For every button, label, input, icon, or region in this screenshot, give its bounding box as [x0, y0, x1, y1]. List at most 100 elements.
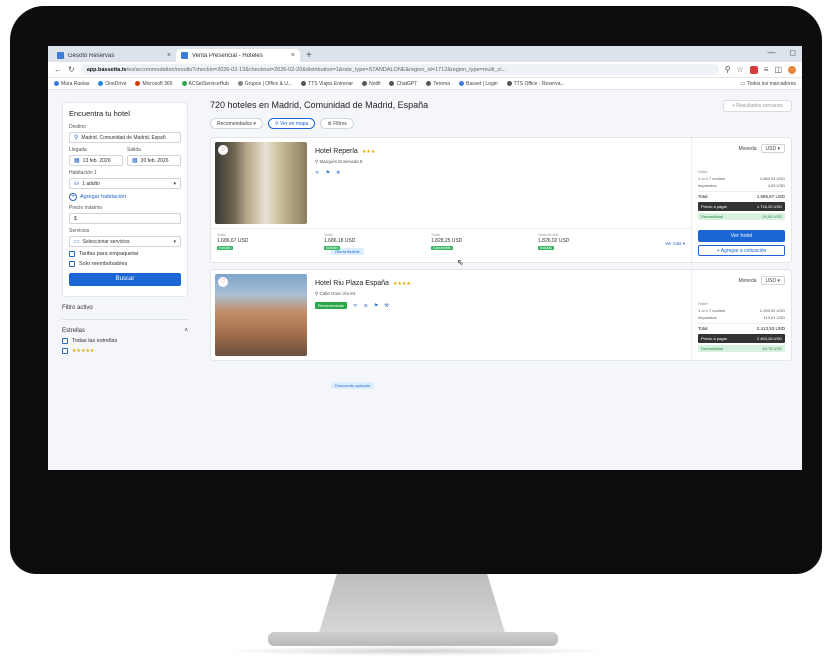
hotel-name[interactable]: Hotel Riu Plaza España [315, 280, 389, 287]
bookmark-item[interactable]: Mara Ruelas [54, 81, 89, 87]
minimize-button[interactable]: — [767, 48, 775, 57]
five-stars-label: ★★★★★ [72, 348, 95, 354]
hotel-card-body: ♡ Hotel Riu Plaza España ★★★★ ⚲ Calle Gra… [211, 270, 691, 389]
bookmark-star-icon[interactable]: ☆ [737, 65, 744, 74]
destination-field[interactable]: ⚲ Madrid, Comunidad de Madrid, Españ [69, 132, 181, 143]
bookmark-item[interactable]: Terema [426, 81, 450, 87]
nearby-results-button[interactable]: + Resultados cercanos [722, 100, 792, 112]
map-button[interactable]: ⚲ Ver en mapa [267, 118, 316, 129]
rate-option[interactable]: Tarifa 1.828,25 USD Cancelable [431, 233, 532, 251]
package-rates-checkbox[interactable]: Tarifas para empaquetar [69, 251, 181, 257]
earn-label: Rentabilidad [701, 346, 724, 351]
currency-select[interactable]: USD ▾ [760, 144, 785, 153]
hotel-address-text: Calle Gran Vía 84 [319, 291, 356, 296]
search-button[interactable]: Buscar [69, 273, 181, 286]
rate-option[interactable]: Tarifa 1.686,67 USD Incluido [217, 233, 318, 251]
bookmark-label: Basset | Login [466, 80, 498, 87]
bookmark-item[interactable]: Grupos | Office & U... [237, 81, 292, 87]
checkin-field[interactable]: ▦ 13 feb. 2026 [69, 155, 123, 166]
bookmark-item[interactable]: ChatGPT [389, 81, 417, 87]
all-stars-checkbox[interactable]: Todas las estrellas [62, 338, 188, 344]
monitor-stand-base [268, 632, 558, 646]
dates-row: Llegada ▦ 13 feb. 2026 Salida ▦ 20 feb. 20… [69, 143, 181, 166]
services-field[interactable]: ▭ Seleccionar servicios ▾ [69, 236, 181, 247]
new-tab-button[interactable]: + [300, 49, 318, 62]
earn-label: Rentabilidad [701, 214, 724, 219]
monitor-stand-neck [318, 574, 506, 636]
pay-value: 1.716,26 USD [756, 204, 782, 209]
bookmark-label: Terema [433, 80, 451, 87]
bookmark-item[interactable]: TTS Viajes Entrenar [301, 81, 353, 87]
price-line-value: 119,61 USD [763, 315, 786, 320]
bookmark-label: Mara Ruelas [61, 80, 90, 87]
bookmark-icon [301, 81, 307, 86]
filters-button[interactable]: ⚙ Filtros [320, 118, 354, 129]
side-panel-icon[interactable]: ◫ [774, 65, 782, 74]
checkin-value: 13 feb. 2026 [82, 157, 111, 164]
services-label: Servicios [69, 228, 90, 234]
bookmark-item[interactable]: ACSetServiceHub [181, 81, 229, 87]
see-hotel-button[interactable]: Ver hotel [698, 230, 785, 242]
price-line: Impuestos 119,61 USD [698, 315, 785, 320]
bookmark-icon [237, 81, 243, 86]
price-section-label: Hotel [698, 169, 708, 174]
hotel-photo[interactable]: ♡ [215, 142, 307, 224]
five-stars-checkbox[interactable]: ★★★★★ [62, 348, 188, 354]
url-path: /es/accommodation/results?checkin=2026-0… [126, 66, 507, 73]
all-bookmarks[interactable]: ▭ Todos los marcadores [740, 81, 796, 87]
refundable-checkbox[interactable]: Solo reembolsables [69, 261, 181, 267]
checkout-value: 20 feb. 2026 [140, 157, 169, 164]
rate-tag: Incluido [324, 246, 341, 250]
rate-option[interactable]: Tarifa 1.686,18 USD Incluido [324, 233, 425, 251]
bookmark-label: Microsoft 365 [142, 80, 173, 87]
tab-title: Venta Presencial - Hoteles [192, 52, 263, 59]
currency-select[interactable]: USD ▾ [760, 276, 785, 285]
search-panel: Encuentra tu hotel Destino ⚲ Madrid, Comu… [62, 102, 188, 297]
checkout-field[interactable]: ▦ 20 feb. 2026 [127, 155, 181, 166]
browser-tab-gesoto[interactable]: Gesoto Reservas × [52, 49, 176, 62]
reload-icon[interactable]: ↻ [68, 65, 75, 74]
add-to-quote-button[interactable]: + Agregar a cotización [698, 245, 785, 256]
browser-tab-venta[interactable]: Venta Presencial - Hoteles × [176, 49, 300, 62]
room-label: Habitación 1 [69, 170, 97, 176]
profile-avatar-icon[interactable] [788, 65, 796, 74]
favorite-heart-icon[interactable]: ♡ [218, 277, 228, 287]
tab-close-icon[interactable]: × [167, 52, 171, 59]
url-field[interactable]: app.bassetta.tv/es/accommodation/results… [80, 64, 719, 75]
price-line-value: 1.682,04 USD [759, 176, 785, 181]
tab-close-icon[interactable]: × [291, 52, 295, 59]
hotel-stars: ★★★★ [392, 280, 411, 287]
url-host: app.bassetta.tv [86, 66, 127, 73]
max-price-field[interactable]: $ [69, 213, 181, 224]
hotel-address-text: Marqués Ensenada 9 [319, 159, 363, 164]
maximize-button[interactable]: ◻ [789, 48, 796, 57]
see-more-link[interactable]: Ver más ▾ [665, 241, 685, 247]
active-filters-label: Filtro activo [62, 305, 93, 311]
bookmark-item[interactable]: TTS Office - Reserva... [506, 81, 565, 87]
favorite-heart-icon[interactable]: ♡ [218, 145, 228, 155]
ac-icon: ❄ [336, 170, 341, 176]
room-field[interactable]: ⛀ 1 adulto ▾ [69, 178, 181, 189]
bookmark-label: Todos los marcadores [747, 80, 796, 87]
back-arrow-icon[interactable]: ← [54, 65, 62, 74]
checkbox-box [62, 338, 68, 344]
checkbox-label: Tarifas para empaquetar [79, 251, 139, 257]
bookmark-item[interactable]: Notifi [362, 81, 380, 87]
bookmark-item[interactable]: OneDrive [98, 81, 126, 87]
sort-select[interactable]: Recomendados ▾ [210, 118, 263, 129]
extension-icon[interactable] [749, 65, 758, 74]
rate-value: 1.686,67 USD [217, 238, 249, 244]
bookmark-item[interactable]: Basset | Login [459, 81, 498, 87]
bookmark-item[interactable]: Microsoft 365 [135, 80, 173, 87]
price-line-label: Impuestos [698, 315, 717, 320]
hotel-name[interactable]: Hotel Reperla [315, 148, 358, 155]
add-room-link[interactable]: + Agregar habitación [69, 193, 181, 201]
rate-option[interactable]: Tarifa flexible 1.826,02 USD Incluido [538, 233, 639, 251]
restaurant-icon: ⚑ [373, 302, 379, 309]
destination-label: Destino [69, 124, 86, 130]
zoom-icon[interactable]: ⚲ [725, 65, 731, 74]
hotel-photo[interactable]: ♡ [215, 274, 307, 356]
extensions-list-icon[interactable]: ≡ [764, 65, 769, 74]
chevron-up-icon: ˄ [184, 328, 188, 334]
stars-section-heading[interactable]: Estrellas ˄ [62, 328, 188, 334]
